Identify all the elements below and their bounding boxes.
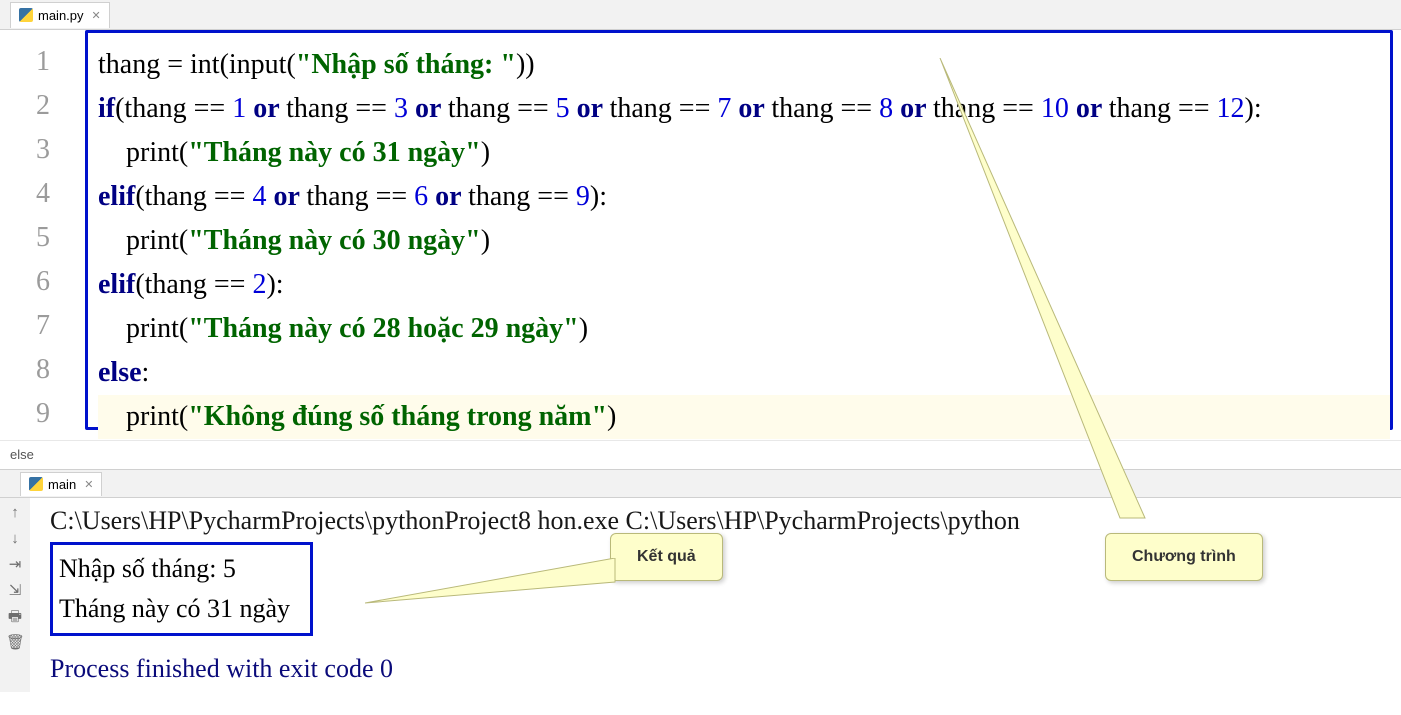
- code-line: print("Tháng này có 30 ngày"): [98, 219, 1390, 263]
- editor-tab-main[interactable]: main.py ✕: [10, 2, 110, 28]
- line-number: 1: [0, 40, 50, 84]
- arrow-down-icon[interactable]: ↓: [6, 530, 24, 548]
- tab-filename: main.py: [38, 8, 84, 23]
- run-tab-label: main: [48, 477, 76, 492]
- callout-pointer-result: [365, 558, 625, 618]
- print-icon[interactable]: 🖶: [6, 608, 24, 626]
- run-pane: main ✕ ↑ ↓ ⇥ ⇲ 🖶 🗑 C:\Users\HP\PycharmPr…: [0, 470, 1401, 692]
- line-number: 5: [0, 216, 50, 260]
- breadcrumb-item: else: [10, 447, 34, 462]
- output-line: Tháng này có 31 ngày: [59, 589, 290, 629]
- code-line: if(thang == 1 or thang == 3 or thang == …: [98, 87, 1390, 131]
- callout-result: Kết quả: [610, 533, 723, 581]
- run-body: ↑ ↓ ⇥ ⇲ 🖶 🗑 C:\Users\HP\PycharmProjects\…: [0, 498, 1401, 692]
- run-tab-bar: main ✕: [0, 470, 1401, 498]
- soft-wrap-icon[interactable]: ⇥: [6, 556, 24, 574]
- arrow-up-icon[interactable]: ↑: [6, 504, 24, 522]
- line-number: 6: [0, 260, 50, 304]
- breadcrumb[interactable]: else: [0, 440, 1401, 468]
- close-icon[interactable]: ✕: [92, 9, 101, 22]
- console-output[interactable]: C:\Users\HP\PycharmProjects\pythonProjec…: [30, 498, 1401, 692]
- output-highlight-box: Nhập số tháng: 5 Tháng này có 31 ngày: [50, 542, 313, 636]
- line-number: 2: [0, 84, 50, 128]
- editor-tab-bar: main.py ✕: [0, 0, 1401, 30]
- code-line: elif(thang == 4 or thang == 6 or thang =…: [98, 175, 1390, 219]
- line-number: 4: [0, 172, 50, 216]
- code-line: else:: [98, 351, 1390, 395]
- editor-body: 1 2 3 4 5 6 7 8 9 thang = int(input("Nhậ…: [0, 30, 1401, 440]
- code-area[interactable]: thang = int(input("Nhập số tháng: ")) if…: [85, 30, 1393, 430]
- code-line: elif(thang == 2):: [98, 263, 1390, 307]
- close-icon[interactable]: ✕: [84, 478, 93, 491]
- scroll-end-icon[interactable]: ⇲: [6, 582, 24, 600]
- exit-line: Process finished with exit code 0: [50, 654, 1401, 684]
- line-gutter: 1 2 3 4 5 6 7 8 9: [0, 30, 85, 440]
- code-line: print("Tháng này có 31 ngày"): [98, 131, 1390, 175]
- code-line: print("Tháng này có 28 hoặc 29 ngày"): [98, 307, 1390, 351]
- python-file-icon: [19, 8, 33, 22]
- line-number: 8: [0, 348, 50, 392]
- run-toolbar: ↑ ↓ ⇥ ⇲ 🖶 🗑: [0, 498, 30, 692]
- output-line: Nhập số tháng: 5: [59, 549, 290, 589]
- callout-program: Chương trình: [1105, 533, 1263, 581]
- line-number: 7: [0, 304, 50, 348]
- run-tab[interactable]: main ✕: [20, 472, 102, 496]
- command-line: C:\Users\HP\PycharmProjects\pythonProjec…: [50, 506, 1401, 536]
- line-number: 9: [0, 392, 50, 436]
- editor-pane: main.py ✕ 1 2 3 4 5 6 7 8 9 thang = int(…: [0, 0, 1401, 470]
- code-line: thang = int(input("Nhập số tháng: ")): [98, 43, 1390, 87]
- line-number: 3: [0, 128, 50, 172]
- trash-icon[interactable]: 🗑: [6, 634, 24, 652]
- code-line: print("Không đúng số tháng trong năm"): [98, 395, 1390, 439]
- python-run-icon: [29, 477, 43, 491]
